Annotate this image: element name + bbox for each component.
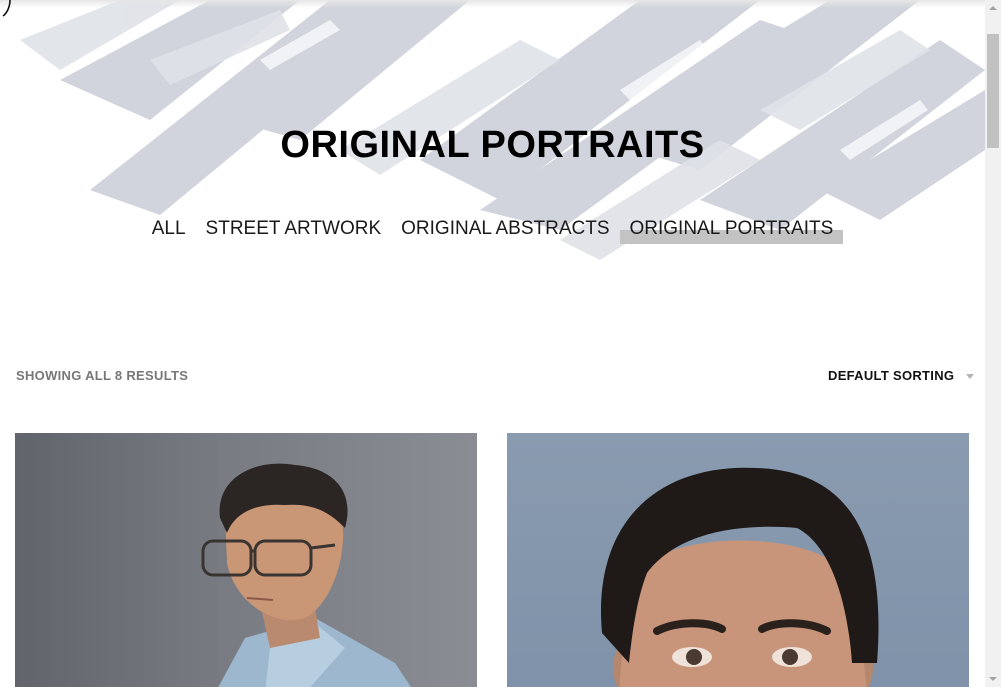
category-label: STREET ARTWORK [205,218,382,239]
scroll-down-arrow-icon[interactable] [989,677,997,681]
vertical-scrollbar[interactable] [985,0,1001,687]
results-count: SHOWING ALL 8 RESULTS [16,368,189,383]
category-filter-nav: ALL STREET ARTWORK ORIGINAL ABSTRACTS OR… [0,217,985,244]
category-link-original-portraits[interactable]: ORIGINAL PORTRAITS [619,217,844,244]
scroll-up-arrow-icon[interactable] [989,6,997,10]
header-shadow [0,0,985,8]
product-card[interactable] [15,433,477,687]
sort-dropdown[interactable]: DEFAULT SORTING [828,368,975,383]
chevron-down-icon [966,374,975,379]
logo-fragment-icon[interactable] [0,0,16,22]
product-card[interactable] [507,433,969,687]
hero-banner: ORIGINAL PORTRAITS ALL STREET ARTWORK OR… [0,0,985,300]
page: ORIGINAL PORTRAITS ALL STREET ARTWORK OR… [0,0,985,687]
portrait-man-close-up-image [600,467,879,687]
scrollbar-thumb[interactable] [987,34,999,148]
category-link-all[interactable]: ALL [142,217,196,241]
category-label: ORIGINAL PORTRAITS [629,218,834,239]
portrait-man-with-glasses-image [201,463,411,687]
category-link-street-artwork[interactable]: STREET ARTWORK [196,217,392,241]
category-label: ALL [151,218,186,239]
page-title: ORIGINAL PORTRAITS [280,124,705,166]
category-label: ORIGINAL ABSTRACTS [401,218,610,239]
sort-selected-label: DEFAULT SORTING [828,368,955,383]
category-link-original-abstracts[interactable]: ORIGINAL ABSTRACTS [391,217,619,241]
